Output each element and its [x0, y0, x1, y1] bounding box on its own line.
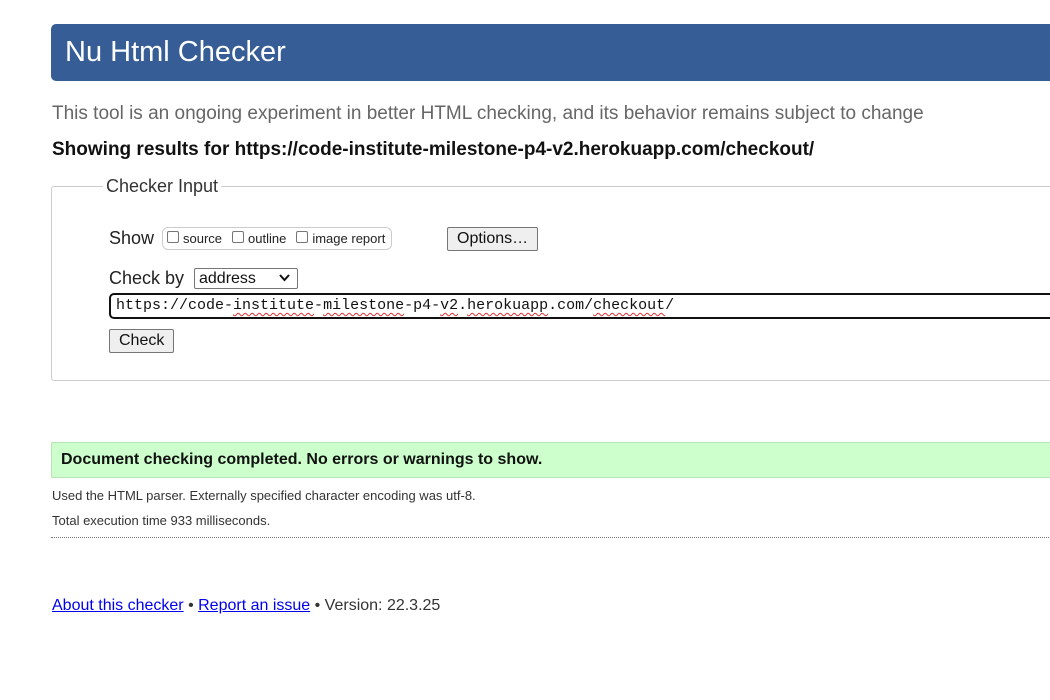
show-option-outline[interactable]: outline [232, 230, 287, 246]
url-part: .com/ [548, 297, 594, 314]
checker-input-fieldset: Checker Input Show source outline image … [51, 176, 1050, 381]
image-report-checkbox[interactable] [296, 230, 309, 243]
url-part-misspelled: herokuapp [467, 297, 549, 314]
source-label: source [183, 231, 223, 246]
check-by-selected-value: address [199, 270, 256, 287]
url-part: . [458, 297, 468, 314]
results-heading: Showing results for https://code-institu… [52, 139, 815, 160]
image-report-label: image report [312, 231, 386, 246]
page: Nu Html Checker This tool is an ongoing … [0, 0, 1050, 700]
check-by-select[interactable]: address [194, 268, 298, 289]
show-option-image-report[interactable]: image report [296, 230, 386, 246]
footer-separator: • [183, 597, 199, 614]
check-by-label: Check by [109, 268, 185, 288]
url-part: -p4- [404, 297, 441, 314]
show-option-source[interactable]: source [167, 230, 223, 246]
success-message: Document checking completed. No errors o… [51, 442, 1050, 478]
show-label: Show [109, 228, 155, 248]
check-button[interactable]: Check [109, 329, 175, 353]
outline-checkbox[interactable] [232, 230, 245, 243]
execution-time: Total execution time 933 milliseconds. [52, 513, 271, 528]
footer: About this checker • Report an issue • V… [52, 597, 440, 615]
report-issue-link[interactable]: Report an issue [198, 597, 310, 614]
options-button[interactable]: Options… [447, 227, 539, 251]
url-part: / [665, 297, 675, 314]
parser-info: Used the HTML parser. Externally specifi… [52, 488, 476, 503]
url-part-misspelled: milestone [323, 297, 405, 314]
checker-input-legend: Checker Input [103, 176, 222, 197]
url-part-misspelled: checkout [593, 297, 666, 314]
version-text: • Version: 22.3.25 [310, 597, 441, 614]
url-part: https://code- [116, 297, 234, 314]
source-checkbox[interactable] [167, 230, 179, 243]
chevron-down-icon [279, 274, 290, 282]
page-title: Nu Html Checker [65, 36, 286, 68]
outline-label: outline [248, 231, 287, 246]
url-part-misspelled: v2 [440, 297, 459, 314]
tagline: This tool is an ongoing experiment in be… [52, 103, 924, 124]
url-input[interactable]: https://code-institute-milestone-p4-v2.h… [109, 293, 1050, 319]
divider [51, 537, 1050, 538]
show-options-group: source outline image report [162, 227, 393, 250]
url-part-misspelled: institute [233, 297, 315, 314]
page-header: Nu Html Checker [51, 24, 1050, 81]
about-checker-link[interactable]: About this checker [52, 597, 184, 614]
url-part: - [314, 297, 324, 314]
